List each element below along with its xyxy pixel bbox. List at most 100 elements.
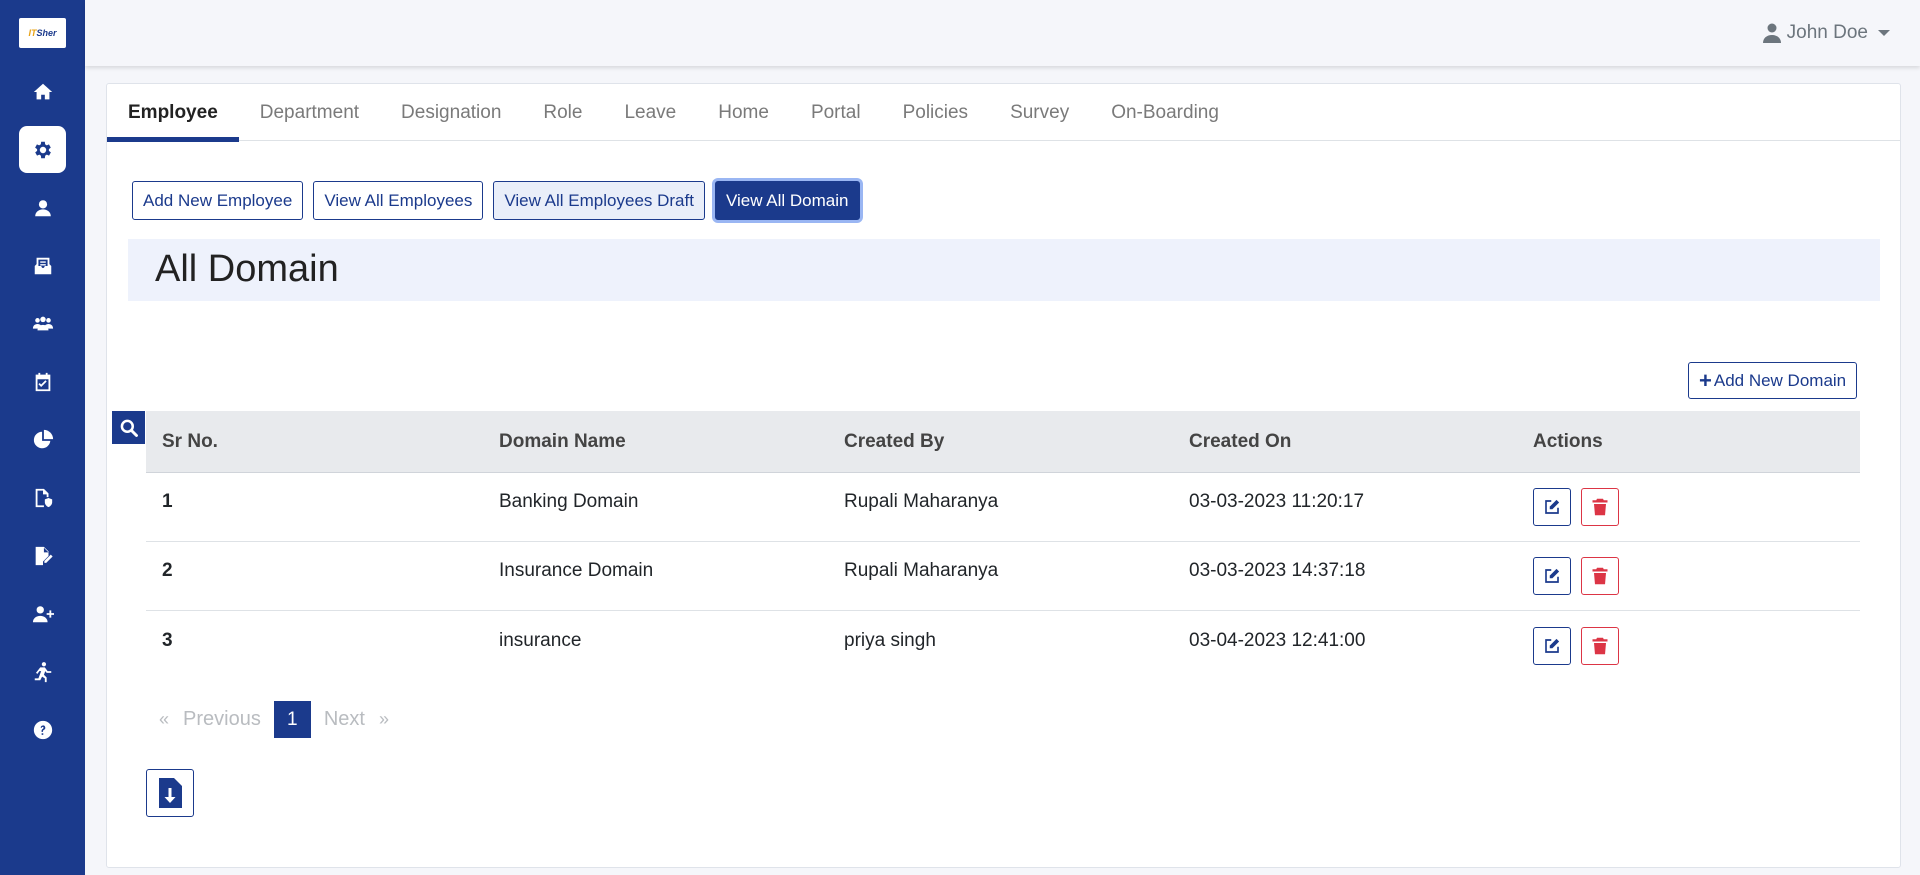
edit-icon (1545, 499, 1560, 514)
row-actions (1517, 488, 1860, 526)
sr-no-cell: 1 (162, 491, 173, 512)
created-by-cell: Rupali Maharanya (844, 491, 999, 512)
tab-bar: Employee Department Designation Role Lea… (107, 84, 1900, 142)
sidebar-item-reports[interactable] (19, 416, 66, 463)
created-on-cell: 03-03-2023 14:37:18 (1189, 560, 1366, 581)
tab-survey[interactable]: Survey (989, 84, 1090, 141)
table-search-button[interactable] (112, 411, 145, 444)
created-by-cell: priya singh (844, 629, 936, 651)
add-new-domain-label: Add New Domain (1713, 370, 1847, 390)
next-page-button[interactable]: Next » (324, 708, 389, 731)
table-row: 2 Insurance Domain Rupali Maharanya 03-0… (146, 542, 1860, 611)
sidebar-item-profile[interactable] (19, 184, 66, 231)
sidebar-item-onboard[interactable] (19, 590, 66, 637)
page-header: All Domain (128, 239, 1880, 301)
tab-employee[interactable]: Employee (107, 84, 239, 142)
file-download-icon (159, 778, 182, 808)
tab-portal[interactable]: Portal (790, 84, 882, 141)
table-row: 3 insurance priya singh 03-04-2023 12:41… (146, 611, 1860, 680)
tab-home[interactable]: Home (697, 84, 790, 141)
user-name: John Doe (1786, 22, 1868, 43)
user-menu[interactable]: John Doe (1762, 22, 1890, 44)
previous-label: Previous (183, 708, 261, 730)
tab-designation[interactable]: Designation (380, 84, 522, 141)
created-by-cell: Rupali Maharanya (844, 560, 999, 581)
edit-icon (1545, 568, 1560, 583)
sidebar-item-policy[interactable] (19, 474, 66, 521)
gear-icon (34, 141, 51, 158)
top-bar: John Doe (85, 0, 1920, 66)
previous-page-button[interactable]: « Previous (159, 708, 261, 731)
tab-policies[interactable]: Policies (882, 84, 989, 141)
page-number-current[interactable]: 1 (273, 701, 311, 738)
row-actions (1517, 557, 1860, 595)
home-icon (33, 83, 52, 99)
add-new-domain-button[interactable]: + Add New Domain (1688, 362, 1858, 399)
page-title: All Domain (155, 248, 339, 290)
edit-button[interactable] (1533, 488, 1571, 526)
created-on-cell: 03-04-2023 12:41:00 (1189, 629, 1366, 651)
edit-icon (1545, 638, 1560, 653)
domain-name-cell: Banking Domain (499, 491, 639, 512)
main-card: Employee Department Designation Role Lea… (106, 83, 1901, 868)
add-new-employee-button[interactable]: Add New Employee (132, 181, 304, 220)
column-header-created-on[interactable]: Created On (1173, 431, 1517, 453)
domain-name-cell: insurance (499, 629, 582, 651)
sidebar-item-help[interactable] (19, 706, 66, 753)
table-header: Sr No. Domain Name Created By Created On… (146, 411, 1860, 473)
search-icon (120, 419, 138, 437)
tab-leave[interactable]: Leave (603, 84, 697, 141)
trash-icon (1592, 567, 1608, 585)
person-running-icon (34, 661, 51, 682)
sr-no-cell: 3 (162, 629, 173, 651)
column-header-domain-name[interactable]: Domain Name (483, 431, 828, 453)
previous-symbol: « (159, 709, 170, 729)
users-icon (32, 316, 53, 330)
sidebar-item-documents[interactable] (19, 532, 66, 579)
caret-down-icon (1878, 30, 1890, 36)
inbox-icon (34, 257, 51, 274)
employee-actions: Add New Employee View All Employees View… (132, 181, 860, 220)
user-icon (1762, 23, 1781, 43)
sidebar: ITSher (0, 0, 85, 875)
sidebar-item-home[interactable] (19, 68, 66, 115)
trash-icon (1592, 637, 1608, 654)
domain-table: Sr No. Domain Name Created By Created On… (146, 411, 1860, 680)
help-icon (33, 720, 52, 739)
delete-button[interactable] (1581, 557, 1619, 595)
trash-icon (1592, 498, 1608, 516)
sidebar-item-team[interactable] (19, 300, 66, 347)
pagination: « Previous 1 Next » (159, 701, 389, 738)
delete-button[interactable] (1581, 488, 1619, 526)
next-symbol: » (378, 709, 389, 729)
file-shield-icon (35, 488, 52, 507)
app-logo[interactable]: ITSher (19, 18, 66, 48)
delete-button[interactable] (1581, 626, 1619, 665)
tab-department[interactable]: Department (239, 84, 380, 141)
user-icon (34, 199, 51, 216)
user-plus-icon (32, 605, 54, 622)
column-header-sr-no[interactable]: Sr No. (146, 431, 483, 453)
sr-no-cell: 2 (162, 560, 173, 581)
next-label: Next (323, 708, 365, 730)
file-signature-icon (35, 546, 53, 565)
tab-on-boarding[interactable]: On-Boarding (1090, 84, 1240, 141)
view-all-employees-button[interactable]: View All Employees (313, 181, 484, 220)
download-button[interactable] (146, 769, 194, 817)
sidebar-item-attendance[interactable] (19, 358, 66, 405)
sidebar-item-inbox[interactable] (19, 242, 66, 289)
view-all-employees-draft-button[interactable]: View All Employees Draft (493, 181, 705, 220)
calendar-check-icon (35, 372, 50, 391)
column-header-created-by[interactable]: Created By (828, 431, 1173, 453)
edit-button[interactable] (1533, 626, 1571, 665)
edit-button[interactable] (1533, 557, 1571, 595)
pie-chart-icon (33, 429, 53, 448)
table-row: 1 Banking Domain Rupali Maharanya 03-03-… (146, 473, 1860, 542)
created-on-cell: 03-03-2023 11:20:17 (1189, 491, 1365, 512)
tab-role[interactable]: Role (522, 84, 603, 141)
column-header-actions: Actions (1533, 430, 1603, 452)
sidebar-item-exit[interactable] (19, 648, 66, 695)
plus-icon: + (1699, 367, 1712, 393)
sidebar-item-settings[interactable] (19, 126, 66, 173)
view-all-domain-button[interactable]: View All Domain (714, 181, 860, 220)
